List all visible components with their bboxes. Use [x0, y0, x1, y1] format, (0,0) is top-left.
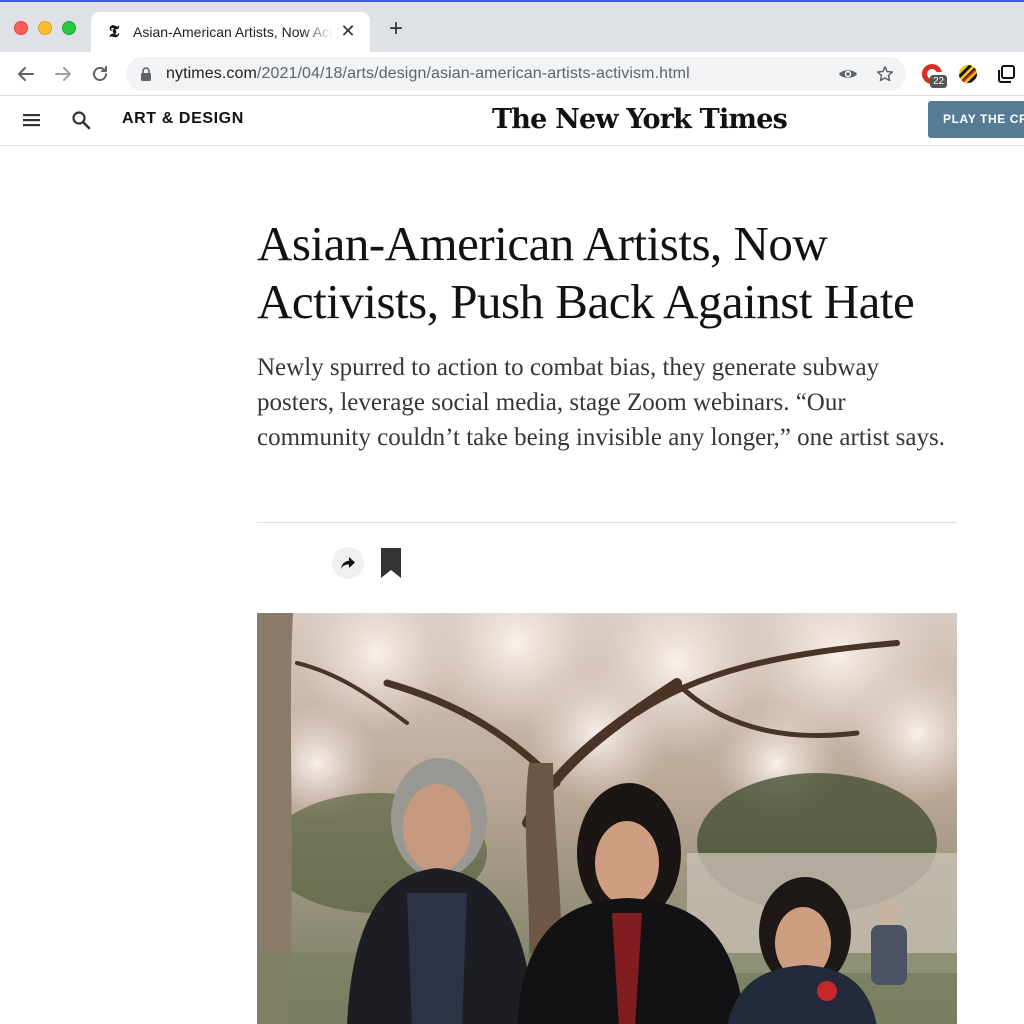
star-icon[interactable]	[875, 64, 895, 84]
tabs-icon[interactable]	[996, 64, 1016, 84]
eye-icon[interactable]	[838, 64, 858, 84]
section-link[interactable]: ART & DESIGN	[122, 110, 244, 128]
share-icon	[340, 556, 356, 570]
reload-icon[interactable]	[88, 62, 112, 86]
bookmark-icon	[381, 548, 401, 583]
url-text: nytimes.com/2021/04/18/arts/design/asian…	[166, 65, 690, 83]
close-icon[interactable]: ✕	[338, 21, 358, 41]
extension-badge: 22	[930, 75, 948, 88]
hamburger-menu-icon[interactable]	[22, 111, 42, 129]
search-icon[interactable]	[71, 110, 91, 130]
plus-icon[interactable]: +	[384, 17, 408, 42]
url-host: nytimes.com	[166, 65, 257, 82]
lock-icon[interactable]	[140, 67, 152, 86]
tab-strip: 𝕿 Asian-American Artists, Now Activists,…	[0, 2, 1024, 52]
minimize-window-button[interactable]	[38, 21, 52, 35]
address-bar[interactable]: nytimes.com/2021/04/18/arts/design/asian…	[126, 57, 906, 91]
close-window-button[interactable]	[14, 21, 28, 35]
browser-toolbar: nytimes.com/2021/04/18/arts/design/asian…	[0, 52, 1024, 96]
zoom-window-button[interactable]	[62, 21, 76, 35]
article-summary: Newly spurred to action to combat bias, …	[257, 354, 945, 451]
divider	[257, 522, 957, 523]
bookmark-button[interactable]	[381, 548, 401, 578]
forward-arrow-icon[interactable]	[51, 62, 75, 86]
browser-window: 𝕿 Asian-American Artists, Now Activists,…	[0, 0, 1024, 1024]
site-header: ART & DESIGN The New York Times PLAY THE…	[0, 96, 1024, 146]
article-headline: Asian-American Artists, Now Activists, P…	[257, 216, 915, 329]
tab-title: Asian-American Artists, Now Activists, P…	[133, 24, 333, 40]
lead-photo	[257, 613, 957, 1024]
nyt-logo[interactable]: The New York Times	[492, 104, 788, 135]
play-crossword-button[interactable]: PLAY THE CR	[928, 101, 1024, 138]
url-path: /2021/04/18/arts/design/asian-american-a…	[256, 65, 690, 82]
extension-striped-icon[interactable]	[958, 64, 978, 84]
nyt-favicon-icon: 𝕿	[108, 22, 120, 42]
active-tab[interactable]: 𝕿 Asian-American Artists, Now Activists,…	[91, 12, 370, 52]
back-arrow-icon[interactable]	[14, 62, 38, 86]
share-button[interactable]	[332, 547, 364, 579]
